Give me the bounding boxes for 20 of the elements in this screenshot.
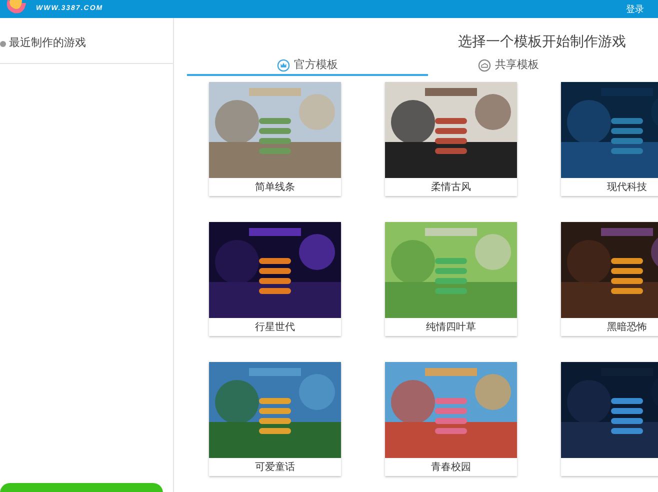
template-tab[interactable]: 官方模板: [187, 56, 428, 76]
sidebar-item[interactable]: 最近制作的游戏: [0, 24, 173, 64]
template-name: 柔情古风: [430, 180, 472, 194]
template-card[interactable]: 可爱童话: [209, 362, 341, 476]
template-card[interactable]: 柔情古风: [385, 82, 517, 196]
template-card[interactable]: 简单线条: [209, 82, 341, 196]
template-tab[interactable]: 共享模板: [428, 56, 589, 76]
template-name: 可爱童话: [254, 460, 296, 474]
page-title: 选择一个模板开始制作游戏: [457, 32, 627, 50]
template-name: 简单线条: [254, 180, 296, 194]
template-card[interactable]: 现代科技: [561, 82, 658, 196]
template-card[interactable]: 行星世代: [209, 222, 341, 336]
template-name: 纯情四叶草: [425, 320, 477, 334]
template-card[interactable]: 纯情四叶草: [385, 222, 517, 336]
template-name: 黑暗恐怖: [606, 320, 648, 334]
template-name: 青春校园: [430, 460, 472, 474]
template-name: 行星世代: [254, 320, 296, 334]
template-card[interactable]: 黑暗恐怖: [561, 222, 658, 336]
template-name: 现代科技: [606, 180, 648, 194]
template-card[interactable]: 青春校园: [385, 362, 517, 476]
